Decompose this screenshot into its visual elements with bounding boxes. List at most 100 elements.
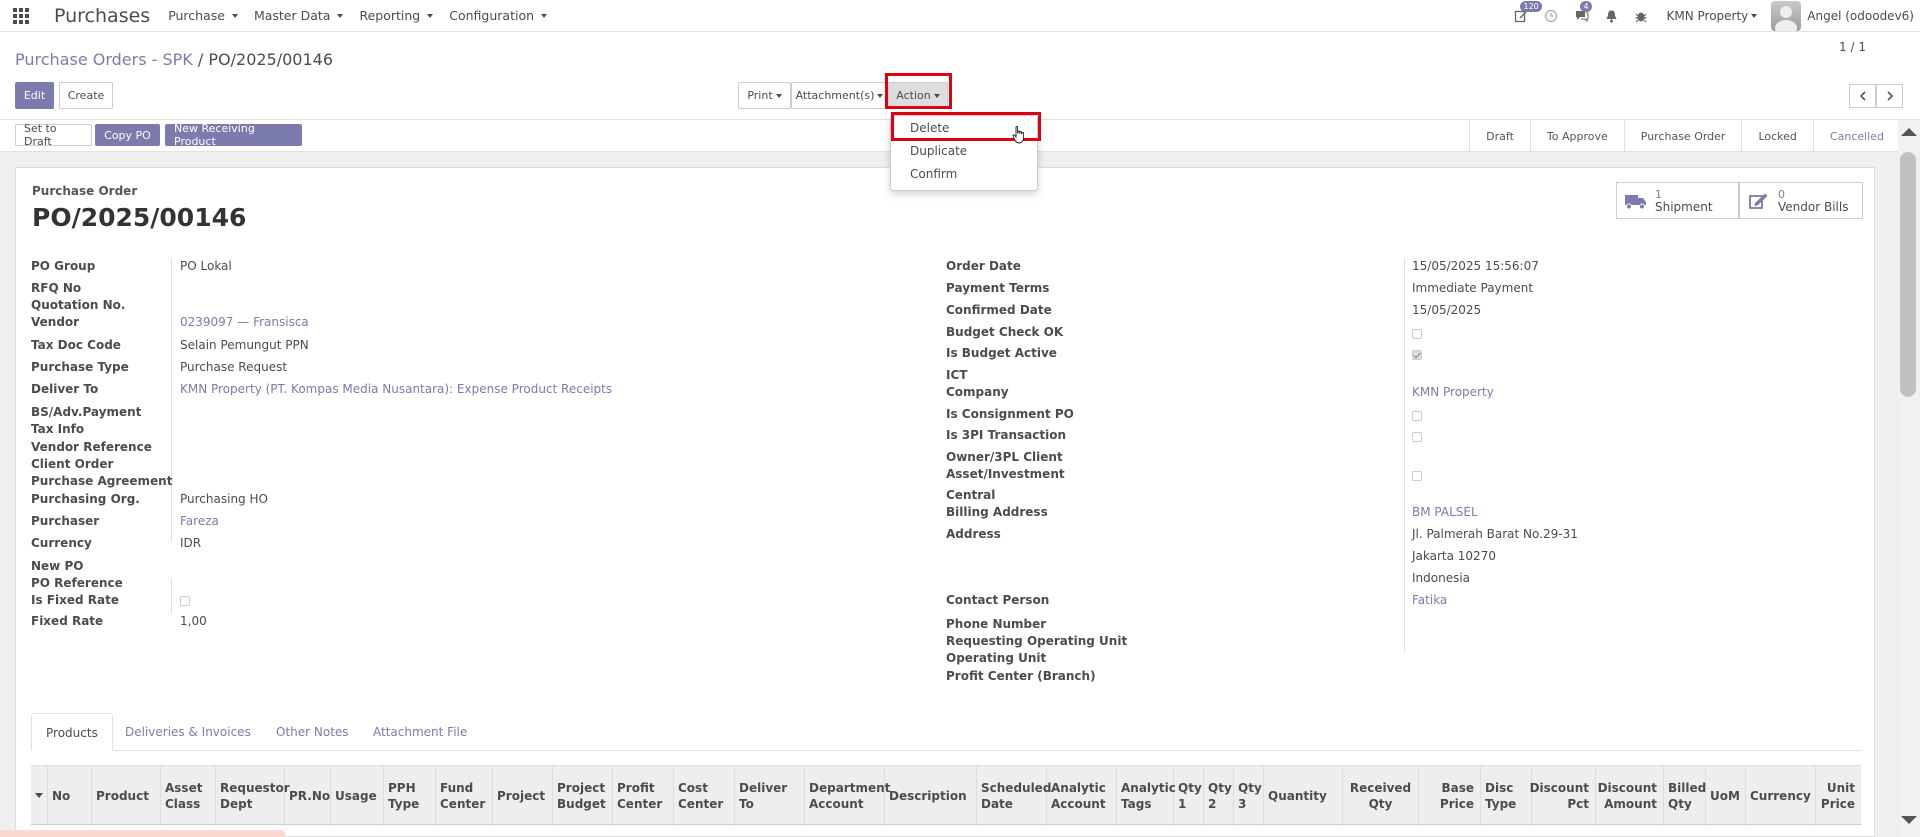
col-quantity[interactable]: Quantity <box>1264 766 1343 826</box>
col-department-account[interactable]: Department Account <box>805 766 890 826</box>
purchaser-value[interactable]: Fareza <box>180 514 219 528</box>
stage-locked[interactable]: Locked <box>1741 120 1812 152</box>
budget-check-checkbox[interactable] <box>1412 329 1422 339</box>
messages-icon[interactable]: 4 <box>1566 0 1596 32</box>
company-value[interactable]: KMN Property <box>1412 385 1494 399</box>
menu-reporting[interactable]: Reporting <box>359 8 434 23</box>
shipment-smart-button[interactable]: 1 Shipment <box>1616 182 1739 219</box>
billing-address-value[interactable]: BM PALSEL <box>1412 505 1478 519</box>
menu-purchase[interactable]: Purchase <box>168 8 238 23</box>
breadcrumb-current: PO/2025/00146 <box>208 50 334 69</box>
payment-terms-value: Immediate Payment <box>1412 281 1534 295</box>
user-menu[interactable]: Angel (odoodev6) <box>1807 9 1914 23</box>
col-project-budget[interactable]: Project Budget <box>553 766 613 826</box>
scroll-down-arrow-icon[interactable] <box>1901 816 1917 824</box>
create-button[interactable]: Create <box>59 82 113 109</box>
col-no[interactable]: No <box>48 766 92 826</box>
control-panel: Purchase Orders - SPK / PO/2025/00146 <box>0 32 1920 120</box>
col-discount-amount[interactable]: Discount Amount <box>1596 766 1664 826</box>
is-3pl-checkbox[interactable] <box>1412 432 1422 442</box>
tab-other-notes[interactable]: Other Notes <box>262 713 363 751</box>
col-scheduled-date[interactable]: Scheduled Date <box>977 766 1051 826</box>
col-qty1[interactable]: Qty 1 <box>1174 766 1204 826</box>
user-avatar[interactable] <box>1771 0 1802 31</box>
is-budget-active-label: Is Budget Active <box>946 346 1057 360</box>
bell-icon[interactable] <box>1596 0 1626 32</box>
is-consignment-checkbox[interactable] <box>1412 411 1422 421</box>
col-description[interactable]: Description <box>885 766 977 826</box>
col-base-price[interactable]: Base Price <box>1419 766 1481 826</box>
col-profit-center[interactable]: Profit Center <box>613 766 674 826</box>
copy-po-button[interactable]: Copy PO <box>95 124 160 146</box>
tab-deliveries-invoices[interactable]: Deliveries & Invoices <box>111 713 265 751</box>
col-uom[interactable]: UoM <box>1706 766 1746 826</box>
menu-configuration[interactable]: Configuration <box>449 8 548 23</box>
activity-icon[interactable]: 120 <box>1506 0 1542 32</box>
col-analytic-tags[interactable]: Analytic Tags <box>1117 766 1176 826</box>
col-discount-pct[interactable]: Discount Pct <box>1530 766 1596 826</box>
deliver-to-value[interactable]: KMN Property (PT. Kompas Media Nusantara… <box>180 382 612 396</box>
vendor-bills-smart-button[interactable]: 0 Vendor Bills <box>1739 182 1863 219</box>
vendor-value[interactable]: 0239097 — Fransisca <box>180 315 309 329</box>
address-line2: Jakarta 10270 <box>1412 549 1496 563</box>
col-deliver-to[interactable]: Deliver To <box>735 766 805 826</box>
col-requestor-dept[interactable]: Requestor Dept <box>216 766 290 826</box>
pager-prev-button[interactable] <box>1849 84 1876 108</box>
col-unit-price[interactable]: Unit Price <box>1816 766 1861 826</box>
scrollbar-thumb[interactable] <box>1900 152 1916 397</box>
pager-next-button[interactable] <box>1876 84 1903 108</box>
col-usage[interactable]: Usage <box>331 766 384 826</box>
is-fixed-rate-checkbox[interactable] <box>180 596 190 606</box>
is-budget-active-checkbox[interactable] <box>1412 350 1422 360</box>
stage-cancelled[interactable]: Cancelled <box>1812 120 1900 152</box>
col-received-qty[interactable]: Received Qty <box>1343 766 1419 826</box>
action-button[interactable]: Action <box>888 82 948 109</box>
central-label: Central <box>946 488 996 502</box>
menu-master-data[interactable]: Master Data <box>254 8 344 23</box>
action-confirm-item[interactable]: Confirm <box>891 163 1037 185</box>
col-cost-center[interactable]: Cost Center <box>674 766 735 826</box>
col-pr-no[interactable]: PR.No <box>285 766 331 826</box>
set-to-draft-button[interactable]: Set to Draft <box>15 122 92 148</box>
col-asset-class[interactable]: Asset Class <box>161 766 216 826</box>
apps-menu-icon[interactable] <box>0 0 42 32</box>
sort-toggle[interactable] <box>31 766 48 826</box>
shipment-label: Shipment <box>1655 199 1713 214</box>
scroll-up-arrow-icon[interactable] <box>1901 128 1917 136</box>
col-disc-type[interactable]: Disc Type <box>1481 766 1532 826</box>
stage-purchase-order[interactable]: Purchase Order <box>1623 120 1742 152</box>
tax-doc-label: Tax Doc Code <box>31 338 121 352</box>
asset-investment-checkbox[interactable] <box>1412 471 1422 481</box>
print-button[interactable]: Print <box>738 82 791 109</box>
tab-products[interactable]: Products <box>31 713 113 751</box>
phone-number-label: Phone Number <box>946 617 1047 631</box>
billing-address-label: Billing Address <box>946 505 1048 519</box>
col-currency[interactable]: Currency <box>1746 766 1816 826</box>
company-switcher[interactable]: KMN Property <box>1666 9 1758 23</box>
col-qty3[interactable]: Qty 3 <box>1234 766 1264 826</box>
quotation-no-label: Quotation No. <box>31 298 126 312</box>
attachments-button[interactable]: Attachment(s) <box>791 82 888 109</box>
clock-icon[interactable] <box>1536 0 1566 32</box>
tab-attachment-file[interactable]: Attachment File <box>359 713 481 751</box>
col-fund-center[interactable]: Fund Center <box>436 766 493 826</box>
stage-to-approve[interactable]: To Approve <box>1529 120 1624 152</box>
bug-icon[interactable] <box>1626 0 1656 32</box>
app-brand: Purchases <box>54 4 151 27</box>
edit-button[interactable]: Edit <box>15 82 54 109</box>
col-product[interactable]: Product <box>92 766 161 826</box>
new-receiving-product-button[interactable]: New Receiving Product <box>165 122 302 148</box>
left-group-divider-2 <box>171 578 172 614</box>
contact-person-value[interactable]: Fatika <box>1412 593 1447 607</box>
col-qty2[interactable]: Qty 2 <box>1204 766 1234 826</box>
col-pph-type[interactable]: PPH Type <box>384 766 436 826</box>
col-project[interactable]: Project <box>493 766 553 826</box>
record-title: PO/2025/00146 <box>32 203 247 232</box>
breadcrumb-parent[interactable]: Purchase Orders - SPK <box>15 50 193 69</box>
stage-draft[interactable]: Draft <box>1469 120 1530 152</box>
col-billed-qty[interactable]: Billed Qty <box>1664 766 1706 826</box>
col-analytic-account[interactable]: Analytic Account <box>1047 766 1117 826</box>
vendor-label: Vendor <box>31 315 80 329</box>
notebook-tabs: Products Deliveries & Invoices Other Not… <box>31 713 1861 751</box>
purchase-type-value: Purchase Request <box>180 360 288 374</box>
